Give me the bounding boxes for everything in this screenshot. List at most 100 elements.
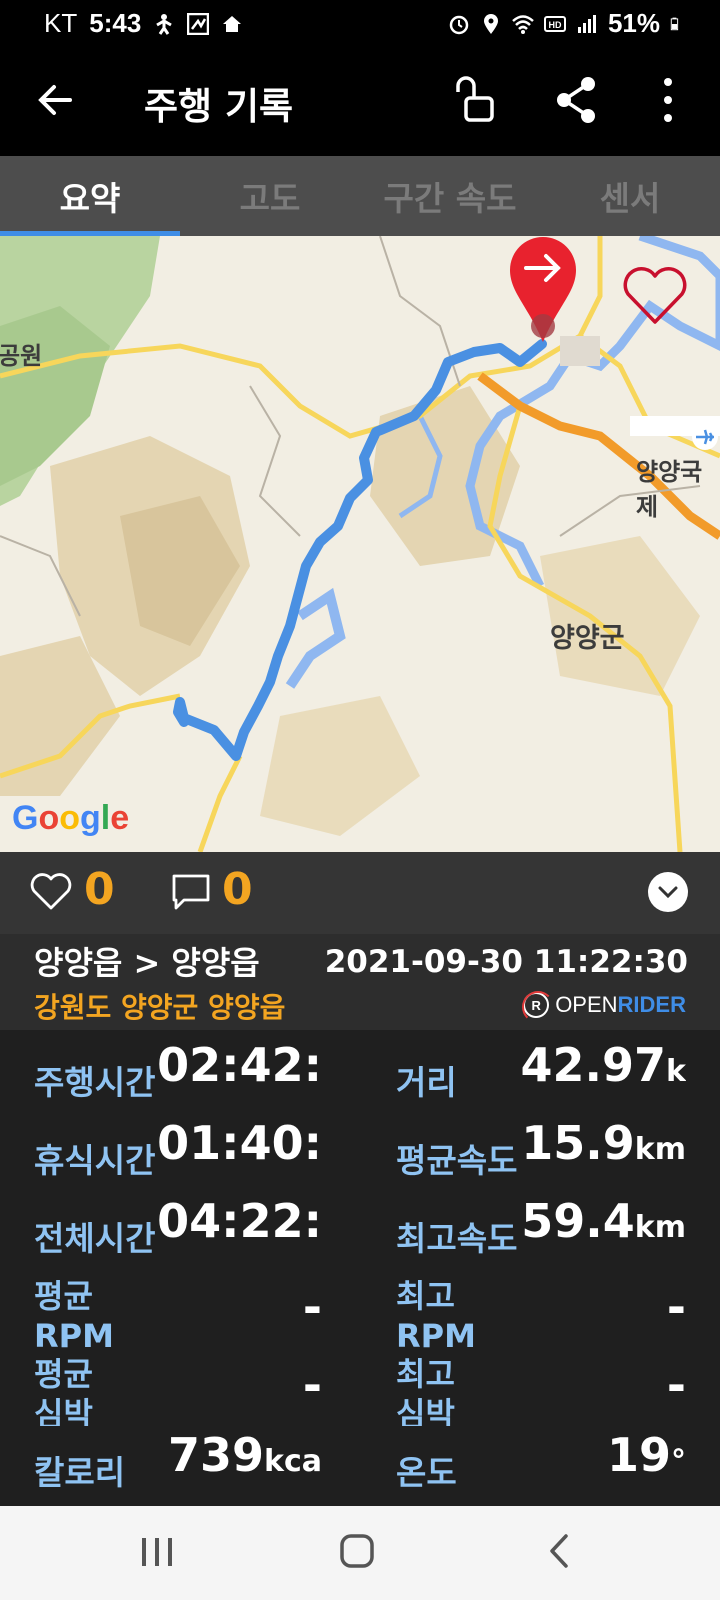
stat-rest-time-value: 01:40: <box>157 1116 322 1170</box>
route-name: 양양읍 > 양양읍 <box>34 944 260 982</box>
tab-section-speed[interactable]: 구간 속도 <box>360 156 540 236</box>
stat-avg-speed-number: 15.9 <box>521 1116 635 1170</box>
alarm-icon <box>449 15 469 34</box>
stat-calories-number: 739 <box>167 1428 265 1482</box>
stat-max-rpm: 최고 RPM - <box>396 1272 686 1348</box>
like-count: 0 <box>84 864 115 915</box>
home-upload-icon <box>223 15 242 32</box>
stat-distance: 거리 42.97k <box>396 1038 686 1114</box>
stat-rest-time: 휴식시간 01:40: <box>34 1116 322 1192</box>
stat-max-speed-unit: km <box>634 1210 686 1245</box>
signal-icon <box>577 14 596 33</box>
stat-total-time: 전체시간 04:22: <box>34 1194 322 1270</box>
recent-apps-icon[interactable] <box>138 1534 176 1570</box>
stat-avg-speed-value: 15.9km <box>521 1116 686 1170</box>
battery-percent: 51% <box>607 8 660 38</box>
stat-distance-number: 42.97 <box>520 1038 667 1092</box>
unlock-icon[interactable] <box>452 74 504 126</box>
stat-max-speed-value: 59.4km <box>521 1194 686 1248</box>
page-title: 주행 기록 <box>144 85 294 128</box>
wifi-icon <box>512 14 534 34</box>
stat-avg-rpm-label: 평균 RPM <box>34 1277 114 1348</box>
stat-avg-rpm-value: - <box>302 1280 322 1334</box>
hd-voice-icon: HD <box>543 15 566 32</box>
home-icon[interactable] <box>338 1532 376 1570</box>
location-icon <box>483 13 498 34</box>
stat-max-hr: 최고 심박 - <box>396 1350 686 1426</box>
svg-text:HD: HD <box>548 20 561 30</box>
stat-temperature-unit: ° <box>671 1444 686 1479</box>
route-region: 강원도 양양군 양양읍 <box>34 991 286 1024</box>
brand-open-text: OPEN <box>555 992 618 1017</box>
brand-rider-text: RIDER <box>617 992 686 1017</box>
stat-distance-value: 42.97k <box>521 1038 686 1092</box>
more-options-icon[interactable] <box>654 74 682 126</box>
battery-icon <box>670 17 679 30</box>
chevron-down-icon <box>658 886 678 899</box>
tab-sensor[interactable]: 센서 <box>540 156 720 236</box>
stat-max-hr-value: - <box>666 1358 686 1412</box>
stat-max-hr-label: 최고 심박 <box>396 1355 455 1426</box>
stat-total-time-value: 04:22: <box>157 1194 322 1248</box>
route-info: 양양읍 > 양양읍 2021-09-30 11:22:30 강원도 양양군 양양… <box>0 934 720 1030</box>
stat-temperature-value: 19° <box>607 1428 686 1482</box>
stat-ride-time: 주행시간 02:42: <box>34 1038 322 1114</box>
like-heart-icon[interactable] <box>30 872 72 912</box>
status-bar: KT 5:43 HD 51% <box>0 0 720 50</box>
stat-avg-speed-label: 평균속도 <box>396 1141 518 1180</box>
stat-temperature-label: 온도 <box>396 1453 457 1492</box>
stat-avg-speed-unit: km <box>634 1132 686 1167</box>
stat-distance-label: 거리 <box>396 1063 457 1102</box>
stat-avg-hr-value: - <box>302 1358 322 1412</box>
openrider-logo-icon: R <box>522 991 555 1023</box>
stat-max-speed-number: 59.4 <box>521 1194 635 1248</box>
comment-icon[interactable] <box>170 872 212 912</box>
ride-stats: 주행시간 02:42: 거리 42.97k 휴식시간 01:40: 평균속도 1… <box>0 1030 720 1506</box>
social-bar: 0 0 <box>0 852 720 934</box>
openrider-brand: R OPEN RIDER <box>522 991 686 1023</box>
map-pin-icon[interactable] <box>508 236 578 346</box>
stat-max-rpm-label: 최고 RPM <box>396 1277 476 1348</box>
stat-calories-value: 739kca <box>168 1428 322 1482</box>
map-base <box>0 236 720 852</box>
stat-calories: 칼로리 739kca <box>34 1428 322 1504</box>
expand-button[interactable] <box>648 872 688 912</box>
back-arrow-icon[interactable] <box>30 74 82 126</box>
county-label: 양양군 <box>550 623 625 654</box>
stat-temperature: 온도 19° <box>396 1428 686 1504</box>
stat-temperature-number: 19 <box>606 1428 671 1482</box>
nav-back-icon[interactable] <box>546 1532 572 1570</box>
stat-max-speed-label: 최고속도 <box>396 1219 518 1258</box>
airport-label: 양양국제 <box>636 458 703 521</box>
accessibility-icon <box>156 13 173 35</box>
carrier-label: KT <box>44 8 78 38</box>
system-nav-bar <box>0 1506 720 1600</box>
favorite-heart-icon[interactable] <box>622 266 688 326</box>
tab-elevation[interactable]: 고도 <box>180 156 360 236</box>
clock: 5:43 <box>89 8 142 38</box>
stat-ride-time-label: 주행시간 <box>34 1063 156 1102</box>
stat-calories-label: 칼로리 <box>34 1453 126 1492</box>
stat-distance-unit: k <box>666 1054 686 1089</box>
stat-avg-hr: 평균 심박 - <box>34 1350 322 1426</box>
route-datetime: 2021-09-30 11:22:30 <box>324 944 688 980</box>
stat-avg-rpm: 평균 RPM - <box>34 1272 322 1348</box>
tab-summary[interactable]: 요약 <box>0 156 180 236</box>
speed-icon <box>187 12 210 35</box>
stat-avg-hr-label: 평균 심박 <box>34 1355 93 1426</box>
tab-bar: 요약 고도 구간 속도 센서 <box>0 156 720 236</box>
app-bar: 주행 기록 <box>0 50 720 156</box>
stat-calories-unit: kca <box>264 1444 322 1479</box>
stat-avg-speed: 평균속도 15.9km <box>396 1116 686 1192</box>
share-icon[interactable] <box>550 72 602 128</box>
google-logo: Google <box>12 799 130 837</box>
route-map[interactable]: 공원 양양국제 양양군 Google <box>0 236 720 852</box>
park-label: 공원 <box>0 342 43 370</box>
stat-max-speed: 최고속도 59.4km <box>396 1194 686 1270</box>
stat-max-rpm-value: - <box>666 1280 686 1334</box>
stat-rest-time-label: 휴식시간 <box>34 1141 156 1180</box>
comment-count: 0 <box>222 864 253 915</box>
stat-ride-time-value: 02:42: <box>157 1038 322 1092</box>
airport-icon <box>692 424 718 450</box>
stat-total-time-label: 전체시간 <box>34 1219 156 1258</box>
